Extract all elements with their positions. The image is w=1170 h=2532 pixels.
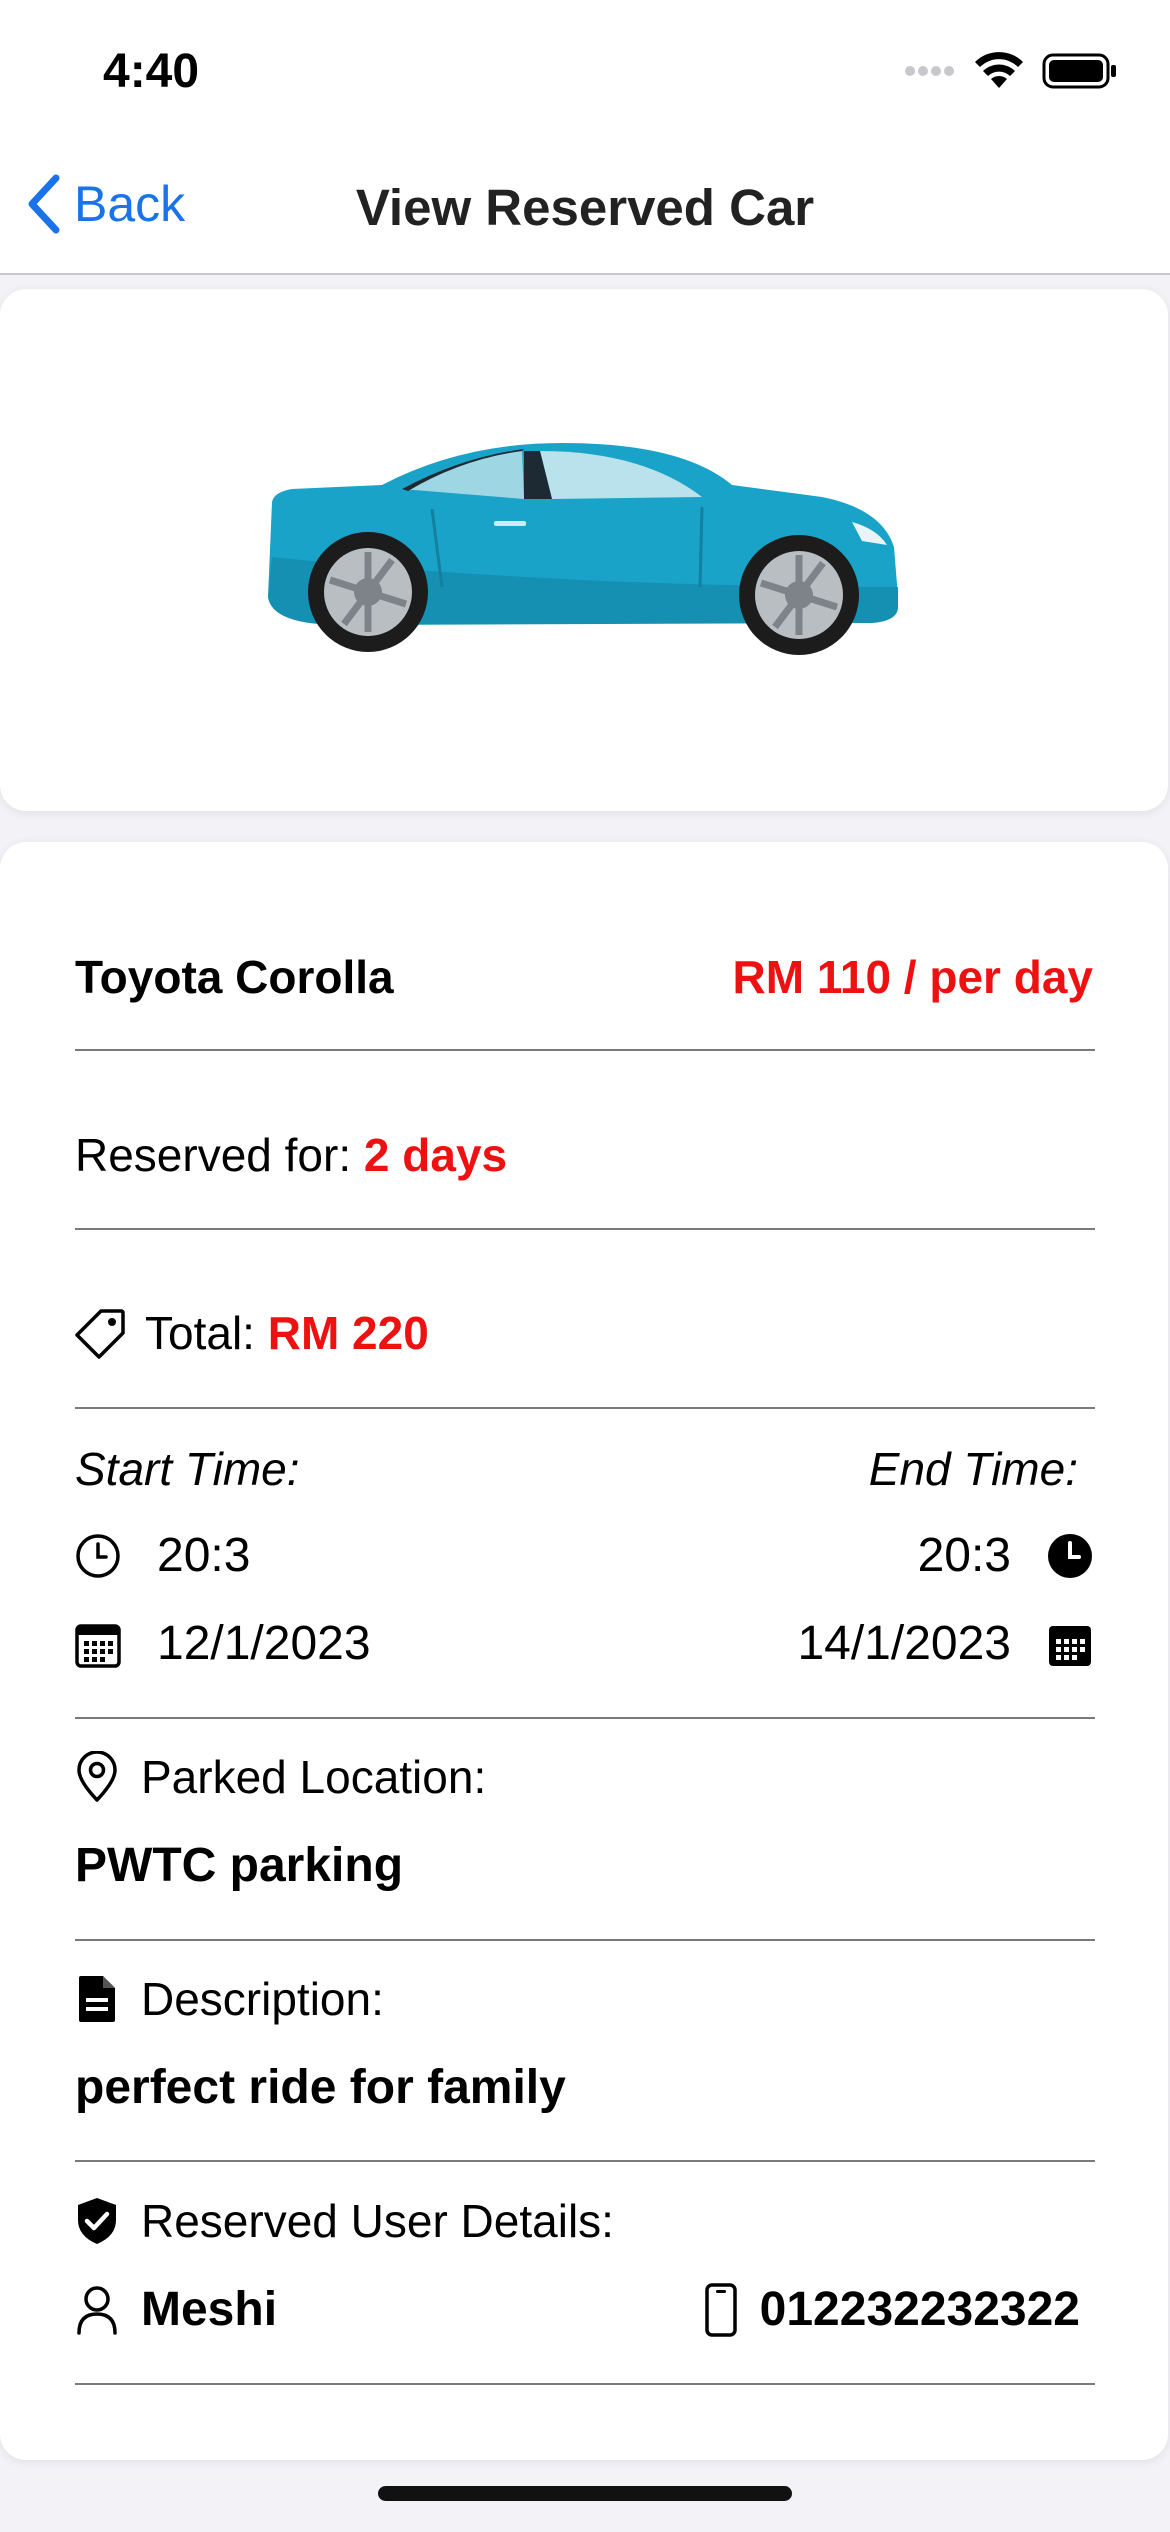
user-phone-row: 012232232322 bbox=[704, 2282, 1080, 2337]
battery-icon bbox=[1042, 53, 1116, 89]
divider bbox=[75, 2160, 1095, 2162]
description-value: perfect ride for family bbox=[75, 2061, 566, 2114]
divider bbox=[75, 1407, 1095, 1409]
status-icons bbox=[904, 52, 1118, 90]
user-phone[interactable]: 012232232322 bbox=[760, 2282, 1080, 2337]
description-label: Description: bbox=[141, 1973, 384, 2025]
page-title: View Reserved Car bbox=[355, 179, 815, 236]
car-image bbox=[268, 443, 898, 655]
user-label-row: Reserved User Details: bbox=[75, 2194, 1095, 2248]
status-bar: 4:40 bbox=[0, 0, 1170, 140]
car-price: RM 110 / per day bbox=[732, 951, 1094, 1003]
start-date-value: 12/1/2023 bbox=[157, 1617, 371, 1670]
end-time-row: 20:3 bbox=[918, 1528, 1093, 1583]
cellular-signal-icon bbox=[905, 66, 954, 76]
navigation-bar: Back View Reserved Car bbox=[0, 140, 1170, 275]
divider bbox=[75, 1049, 1095, 1051]
location-label-row: Parked Location: bbox=[75, 1750, 1095, 1804]
location-label: Parked Location: bbox=[141, 1751, 487, 1803]
location-pin-icon bbox=[77, 1751, 117, 1802]
calendar-outline-icon bbox=[75, 1623, 121, 1668]
reserved-for-row: Reserved for: 2 days bbox=[75, 1128, 1095, 1182]
location-value: PWTC parking bbox=[75, 1839, 404, 1892]
start-time-row: 20:3 bbox=[75, 1528, 250, 1583]
start-time-value: 20:3 bbox=[157, 1529, 251, 1582]
clock-outline-icon bbox=[76, 1533, 120, 1578]
divider bbox=[75, 2383, 1095, 2385]
shield-check-icon bbox=[78, 2198, 116, 2244]
phone-icon bbox=[704, 2282, 737, 2337]
start-date-row: 12/1/2023 bbox=[75, 1616, 371, 1671]
status-time: 4:40 bbox=[103, 45, 200, 98]
start-time-label: Start Time: bbox=[75, 1443, 300, 1495]
total-row: Total: RM 220 bbox=[75, 1306, 1095, 1360]
reservation-details-card: Toyota Corolla RM 110 / per day Reserved… bbox=[0, 842, 1168, 2460]
clock-filled-icon bbox=[1048, 1533, 1092, 1578]
end-date-value: 14/1/2023 bbox=[797, 1617, 1011, 1670]
end-time-label: End Time: bbox=[868, 1443, 1078, 1495]
person-icon bbox=[77, 2285, 117, 2335]
document-icon bbox=[79, 1976, 115, 2022]
reserved-for-label: Reserved for: bbox=[75, 1129, 352, 1181]
divider bbox=[75, 1939, 1095, 1941]
end-date-row: 14/1/2023 bbox=[797, 1616, 1093, 1671]
user-label: Reserved User Details: bbox=[141, 2195, 614, 2247]
car-image-card bbox=[0, 289, 1168, 811]
divider bbox=[75, 1717, 1095, 1719]
description-label-row: Description: bbox=[75, 1972, 1095, 2026]
wifi-icon bbox=[975, 52, 1023, 88]
user-name-row: Meshi bbox=[75, 2282, 277, 2337]
tag-icon bbox=[75, 1309, 125, 1359]
divider bbox=[75, 1228, 1095, 1230]
end-time-value: 20:3 bbox=[917, 1529, 1011, 1582]
reserved-for-value: 2 days bbox=[363, 1129, 508, 1181]
total-value: RM 220 bbox=[267, 1307, 429, 1359]
calendar-filled-icon bbox=[1049, 1625, 1091, 1666]
car-name: Toyota Corolla bbox=[75, 951, 394, 1003]
user-name: Meshi bbox=[141, 2283, 278, 2336]
total-label: Total: bbox=[145, 1307, 255, 1359]
home-indicator[interactable] bbox=[378, 2486, 792, 2501]
